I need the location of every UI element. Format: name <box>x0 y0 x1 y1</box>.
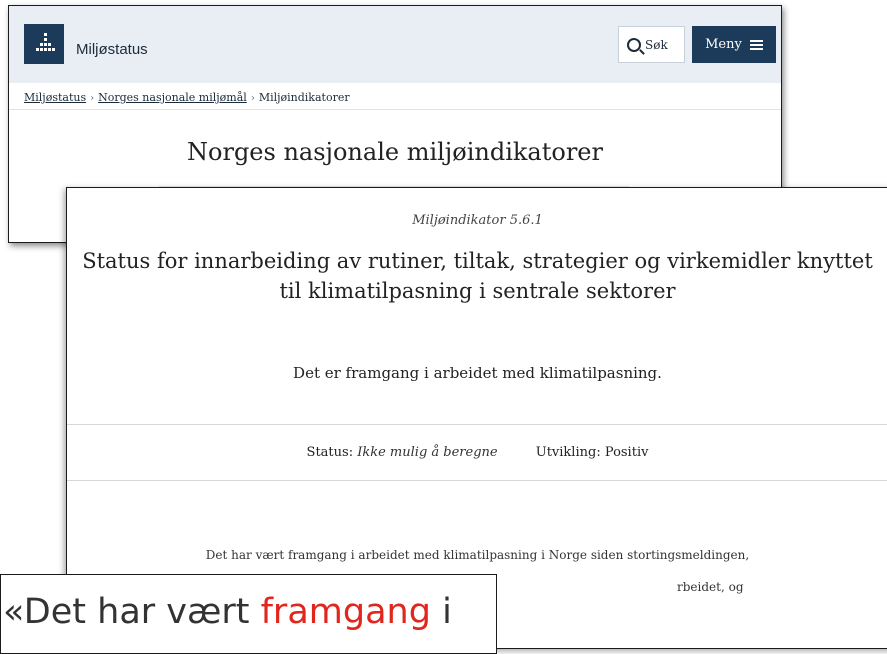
quote-callout: «Det har vært framgang i <box>0 574 497 654</box>
status-value: Ikke mulig å beregne <box>357 445 498 460</box>
body-text: Det har vært framgang i arbeidet med kli… <box>205 548 750 562</box>
search-label: Søk <box>645 37 668 52</box>
indicator-lead: Det er framgang i arbeidet med klimatilp… <box>293 364 662 382</box>
site-header: Miljøstatus Søk Meny <box>9 6 781 83</box>
page-title: Norges nasjonale miljøindikatorer <box>187 138 603 166</box>
breadcrumb-link-miljomal[interactable]: Norges nasjonale miljømål <box>98 91 247 104</box>
trend-value: Positiv <box>604 445 649 460</box>
breadcrumb-separator-icon: › <box>90 93 95 104</box>
breadcrumb: Miljøstatus › Norges nasjonale miljømål › Mi… <box>24 91 350 104</box>
search-icon <box>627 37 641 52</box>
hamburger-icon <box>749 39 763 50</box>
breadcrumb-current: Miljøindikatorer <box>258 91 350 104</box>
divider <box>9 109 781 110</box>
status-row: Status: Ikke mulig å beregne Utvikling: … <box>67 445 887 460</box>
indicator-number: Miljøindikator 5.6.1 <box>412 213 543 228</box>
body-text-continued: rbeidet, og <box>677 580 744 594</box>
quote-text-start: «Det har vært <box>3 592 261 632</box>
search-button[interactable]: Søk <box>618 26 685 63</box>
quote-highlight: framgang <box>260 592 431 632</box>
breadcrumb-separator-icon: › <box>250 93 255 104</box>
divider <box>67 480 887 481</box>
breadcrumb-link-miljostatus[interactable]: Miljøstatus <box>24 91 86 104</box>
menu-button[interactable]: Meny <box>692 26 776 63</box>
quote-text-end: i <box>430 592 452 632</box>
divider <box>67 424 887 425</box>
indicator-headline: Status for innarbeiding av rutiner, tilt… <box>82 249 873 303</box>
status-label: Status: <box>306 445 354 460</box>
site-brand-name[interactable]: Miljøstatus <box>76 41 148 58</box>
trend-label: Utvikling: <box>535 445 601 460</box>
miljostatus-logo-icon[interactable] <box>24 24 64 64</box>
menu-label: Meny <box>705 37 742 52</box>
